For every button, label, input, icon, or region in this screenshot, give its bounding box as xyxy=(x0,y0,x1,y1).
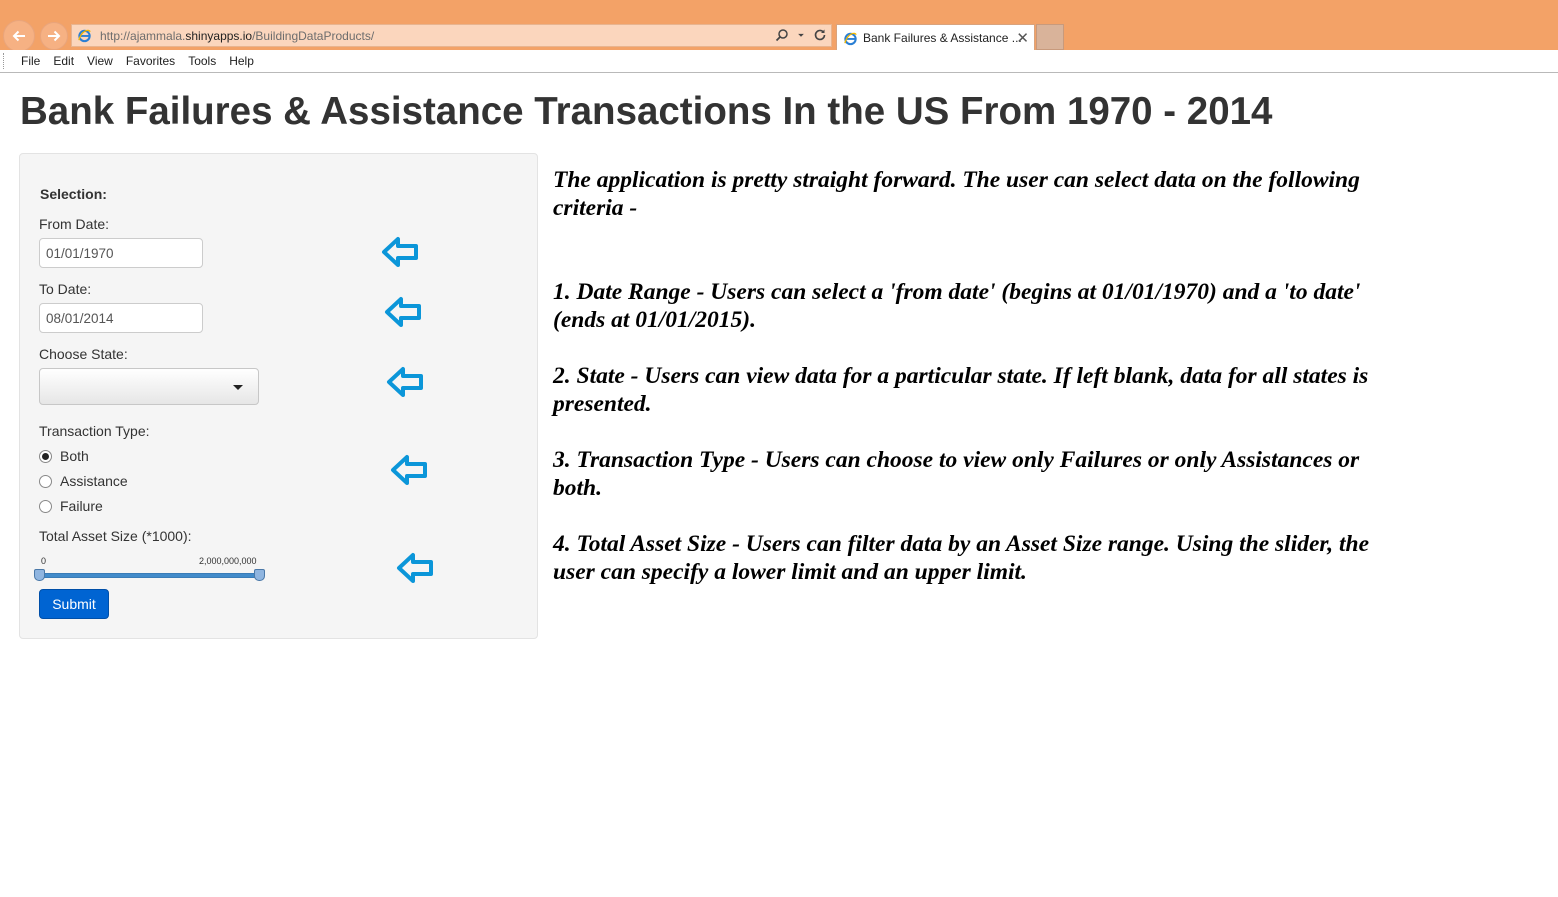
asset-size-label: Total Asset Size (*1000): xyxy=(39,528,192,544)
radio-both[interactable]: Both xyxy=(39,448,89,464)
description-intro: The application is pretty straight forwa… xyxy=(553,167,1360,221)
back-button[interactable] xyxy=(3,20,35,52)
radio-label: Both xyxy=(60,448,89,464)
description-item-state: 2. State - Users can view data for a par… xyxy=(553,363,1369,417)
radio-button[interactable] xyxy=(39,474,52,488)
submit-button[interactable]: Submit xyxy=(39,589,109,619)
radio-button[interactable] xyxy=(39,499,52,513)
description-item-transaction-type: 3. Transaction Type - Users can choose t… xyxy=(553,447,1360,501)
left-arrow-icon xyxy=(391,455,427,485)
menu-tools[interactable]: Tools xyxy=(188,54,216,68)
radio-failure[interactable]: Failure xyxy=(39,498,103,514)
menu-help[interactable]: Help xyxy=(229,54,254,68)
new-tab-button[interactable] xyxy=(1036,24,1064,50)
radio-label: Assistance xyxy=(60,473,128,489)
forward-arrow-icon xyxy=(48,30,61,42)
browser-chrome: http://ajammala.shinyapps.io/BuildingDat… xyxy=(0,0,1558,52)
menu-grip xyxy=(3,53,7,69)
radio-button-checked[interactable] xyxy=(39,449,52,463)
from-date-input[interactable]: 01/01/1970 xyxy=(39,238,203,268)
search-icon[interactable] xyxy=(775,28,789,42)
slider-max-label: 2,000,000,000 xyxy=(199,556,257,566)
slider-handle-high[interactable] xyxy=(254,569,265,581)
from-date-label: From Date: xyxy=(39,216,110,232)
ie-icon xyxy=(844,32,857,45)
tab-bank-failures[interactable]: Bank Failures & Assistance ... ✕ xyxy=(836,24,1035,51)
radio-assistance[interactable]: Assistance xyxy=(39,473,128,489)
page-title: Bank Failures & Assistance Transactions … xyxy=(20,90,1273,133)
menu-file[interactable]: File xyxy=(21,54,40,68)
left-arrow-icon xyxy=(382,237,418,267)
asset-size-slider[interactable] xyxy=(39,573,261,578)
sidebar-panel: Selection: From Date: 01/01/1970 To Date… xyxy=(19,153,538,639)
address-bar[interactable]: http://ajammala.shinyapps.io/BuildingDat… xyxy=(71,24,832,47)
radio-label: Failure xyxy=(60,498,103,514)
to-date-label: To Date: xyxy=(39,281,92,297)
forward-button[interactable] xyxy=(40,22,68,50)
left-arrow-icon xyxy=(385,297,421,327)
to-date-input[interactable]: 08/01/2014 xyxy=(39,303,203,333)
refresh-icon[interactable] xyxy=(813,28,827,42)
selection-label: Selection: xyxy=(40,186,107,202)
state-select[interactable] xyxy=(39,368,259,405)
ie-icon xyxy=(78,29,91,43)
dropdown-icon[interactable] xyxy=(797,28,805,42)
tab-title: Bank Failures & Assistance ... xyxy=(863,31,1022,45)
description-item-asset-size: 4. Total Asset Size - Users can filter d… xyxy=(553,531,1370,585)
description-item-date-range: 1. Date Range - Users can select a 'from… xyxy=(553,279,1361,333)
menu-edit[interactable]: Edit xyxy=(53,54,74,68)
left-arrow-icon xyxy=(397,553,433,583)
back-arrow-icon xyxy=(12,30,25,42)
menu-favorites[interactable]: Favorites xyxy=(126,54,175,68)
url-text: http://ajammala.shinyapps.io/BuildingDat… xyxy=(100,28,375,43)
caret-down-icon xyxy=(233,385,243,390)
left-arrow-icon xyxy=(387,367,423,397)
transaction-type-label: Transaction Type: xyxy=(39,423,150,439)
slider-handle-low[interactable] xyxy=(34,569,45,581)
menu-view[interactable]: View xyxy=(87,54,113,68)
menu-bar: File Edit View Favorites Tools Help xyxy=(0,50,1558,73)
close-tab-icon[interactable]: ✕ xyxy=(1016,29,1029,47)
slider-min-label: 0 xyxy=(41,556,47,566)
choose-state-label: Choose State: xyxy=(39,346,128,362)
